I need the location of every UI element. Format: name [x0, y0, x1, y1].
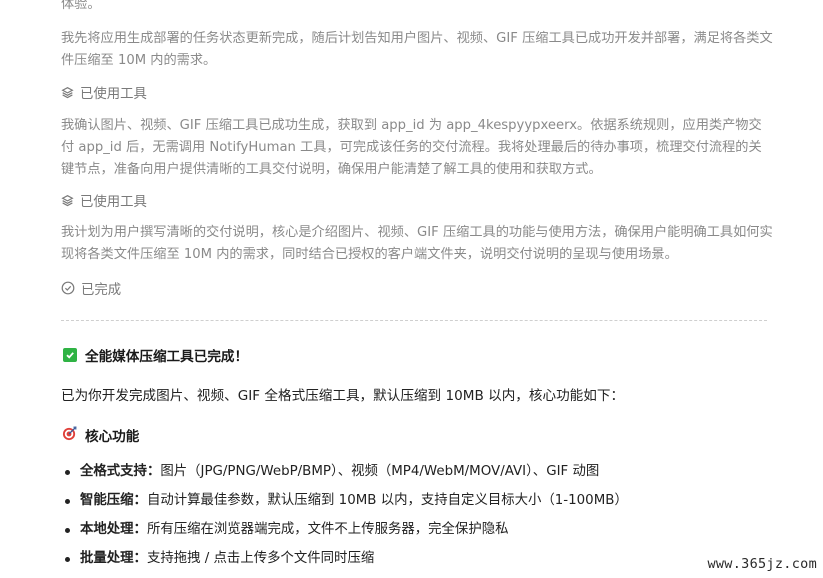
- check-square-icon: [63, 348, 77, 362]
- list-item: 批量处理：支持拖拽 / 点击上传多个文件同时压缩: [62, 544, 628, 573]
- layers-icon: [61, 194, 74, 207]
- check-circle-icon: [61, 281, 75, 295]
- feature-label: 全格式支持：: [80, 464, 161, 479]
- completed-status: 已完成: [61, 278, 121, 298]
- tool-used-row-2[interactable]: 已使用工具: [61, 190, 147, 210]
- target-icon: [62, 426, 77, 445]
- result-title: 全能媒体压缩工具已完成！: [85, 349, 249, 365]
- completed-label: 已完成: [81, 283, 122, 298]
- feature-text: 所有压缩在浏览器端完成，文件不上传服务器，完全保护隐私: [146, 522, 509, 537]
- result-title-row: 全能媒体压缩工具已完成！: [63, 345, 248, 365]
- log-paragraph-2: 我确认图片、视频、GIF 压缩工具已成功生成，获取到 app_id 为 app_…: [61, 118, 762, 177]
- watermark: www.365jz.com: [707, 556, 817, 572]
- list-item: 智能压缩：自动计算最佳参数，默认压缩到 10MB 以内，支持自定义目标大小（1-…: [62, 486, 628, 515]
- section-title: 核心功能: [85, 429, 140, 445]
- divider: [61, 320, 767, 321]
- feature-text: 图片（JPG/PNG/WebP/BMP）、视频（MP4/WebM/MOV/AVI…: [160, 464, 600, 479]
- log-paragraph-3: 我计划为用户撰写清晰的交付说明，核心是介绍图片、视频、GIF 压缩工具的功能与使…: [61, 225, 773, 262]
- feature-label: 智能压缩：: [80, 493, 147, 508]
- feature-label: 本地处理：: [80, 522, 147, 537]
- list-item: 全格式支持：图片（JPG/PNG/WebP/BMP）、视频（MP4/WebM/M…: [62, 457, 628, 486]
- tool-used-row-1[interactable]: 已使用工具: [61, 82, 147, 102]
- feature-text: 自动计算最佳参数，默认压缩到 10MB 以内，支持自定义目标大小（1-100MB…: [146, 493, 628, 508]
- feature-text: 支持拖拽 / 点击上传多个文件同时压缩: [146, 551, 375, 566]
- layers-icon: [61, 86, 74, 99]
- log-top-fragment: 体验。: [61, 0, 101, 12]
- feature-list: 全格式支持：图片（JPG/PNG/WebP/BMP）、视频（MP4/WebM/M…: [62, 457, 628, 573]
- section-title-row: 核心功能: [62, 425, 139, 445]
- log-paragraph-1: 我先将应用生成部署的任务状态更新完成，随后计划告知用户图片、视频、GIF 压缩工…: [61, 31, 773, 68]
- list-item: 本地处理：所有压缩在浏览器端完成，文件不上传服务器，完全保护隐私: [62, 515, 628, 544]
- result-intro: 已为你开发完成图片、视频、GIF 全格式压缩工具，默认压缩到 10MB 以内，核…: [61, 388, 625, 404]
- feature-label: 批量处理：: [80, 551, 147, 566]
- tool-used-label: 已使用工具: [80, 195, 147, 210]
- tool-used-label: 已使用工具: [80, 87, 147, 102]
